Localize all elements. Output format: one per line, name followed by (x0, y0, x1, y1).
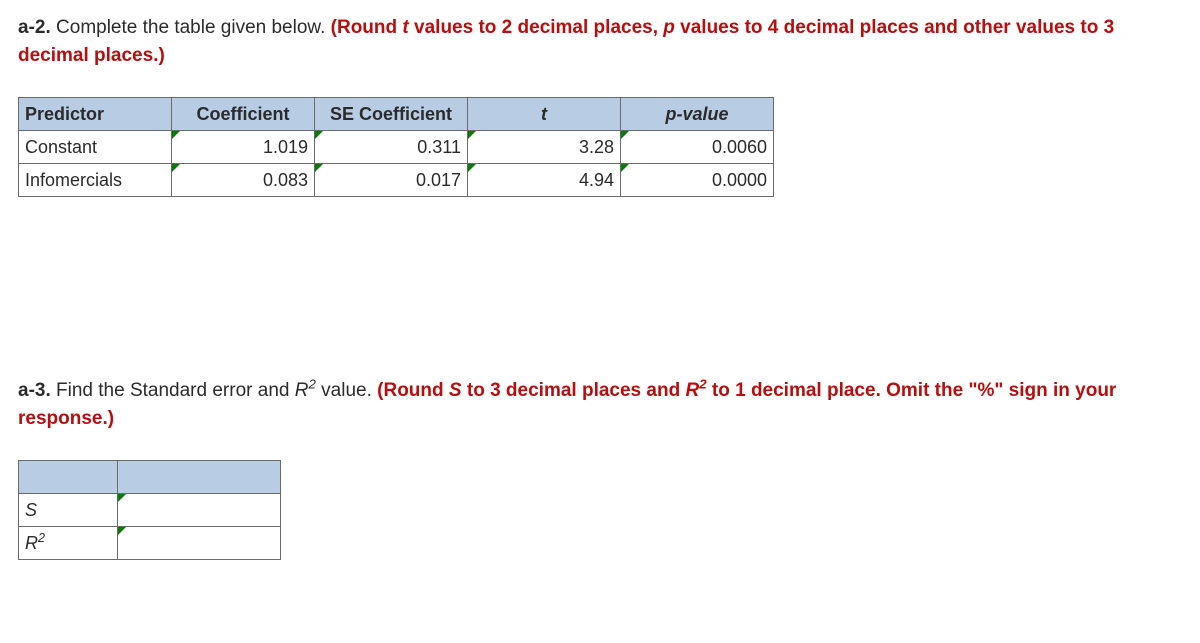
infomercials-t-input[interactable]: 4.94 (468, 164, 621, 197)
row-label-infomercials: Infomercials (19, 164, 172, 197)
question-a3: a-3. Find the Standard error and R2 valu… (18, 377, 1182, 432)
summary-table: S R2 (18, 460, 281, 560)
constant-se-input[interactable]: 0.311 (315, 131, 468, 164)
constant-p-input[interactable]: 0.0060 (621, 131, 774, 164)
a2-text: Complete the table given below. (51, 17, 331, 38)
table-header-row (19, 461, 281, 494)
table-row: Infomercials 0.083 0.017 4.94 0.0000 (19, 164, 774, 197)
col-p-value: p-value (621, 98, 774, 131)
table-row: R2 (19, 527, 281, 560)
constant-coef-input[interactable]: 1.019 (172, 131, 315, 164)
table-row: S (19, 494, 281, 527)
infomercials-se-input[interactable]: 0.017 (315, 164, 468, 197)
row-label-s: S (19, 494, 118, 527)
col-t: t (468, 98, 621, 131)
question-a2: a-2. Complete the table given below. (Ro… (18, 14, 1182, 69)
infomercials-coef-input[interactable]: 0.083 (172, 164, 315, 197)
row-label-r2: R2 (19, 527, 118, 560)
table-row: Constant 1.019 0.311 3.28 0.0060 (19, 131, 774, 164)
regression-table: Predictor Coefficient SE Coefficient t p… (18, 97, 774, 197)
table-header-row: Predictor Coefficient SE Coefficient t p… (19, 98, 774, 131)
constant-t-input[interactable]: 3.28 (468, 131, 621, 164)
s-value-input[interactable] (118, 494, 281, 527)
col-coefficient: Coefficient (172, 98, 315, 131)
summary-header-blank (19, 461, 118, 494)
a3-text1: Find the Standard error and (51, 380, 295, 401)
col-se-coefficient: SE Coefficient (315, 98, 468, 131)
a3-text2: value. (316, 380, 377, 401)
row-label-constant: Constant (19, 131, 172, 164)
a2-label: a-2. (18, 17, 51, 38)
infomercials-p-input[interactable]: 0.0000 (621, 164, 774, 197)
r2-value-input[interactable] (118, 527, 281, 560)
a3-label: a-3. (18, 380, 51, 401)
a3-r2: R2 (295, 380, 316, 401)
summary-header-blank2 (118, 461, 281, 494)
col-predictor: Predictor (19, 98, 172, 131)
